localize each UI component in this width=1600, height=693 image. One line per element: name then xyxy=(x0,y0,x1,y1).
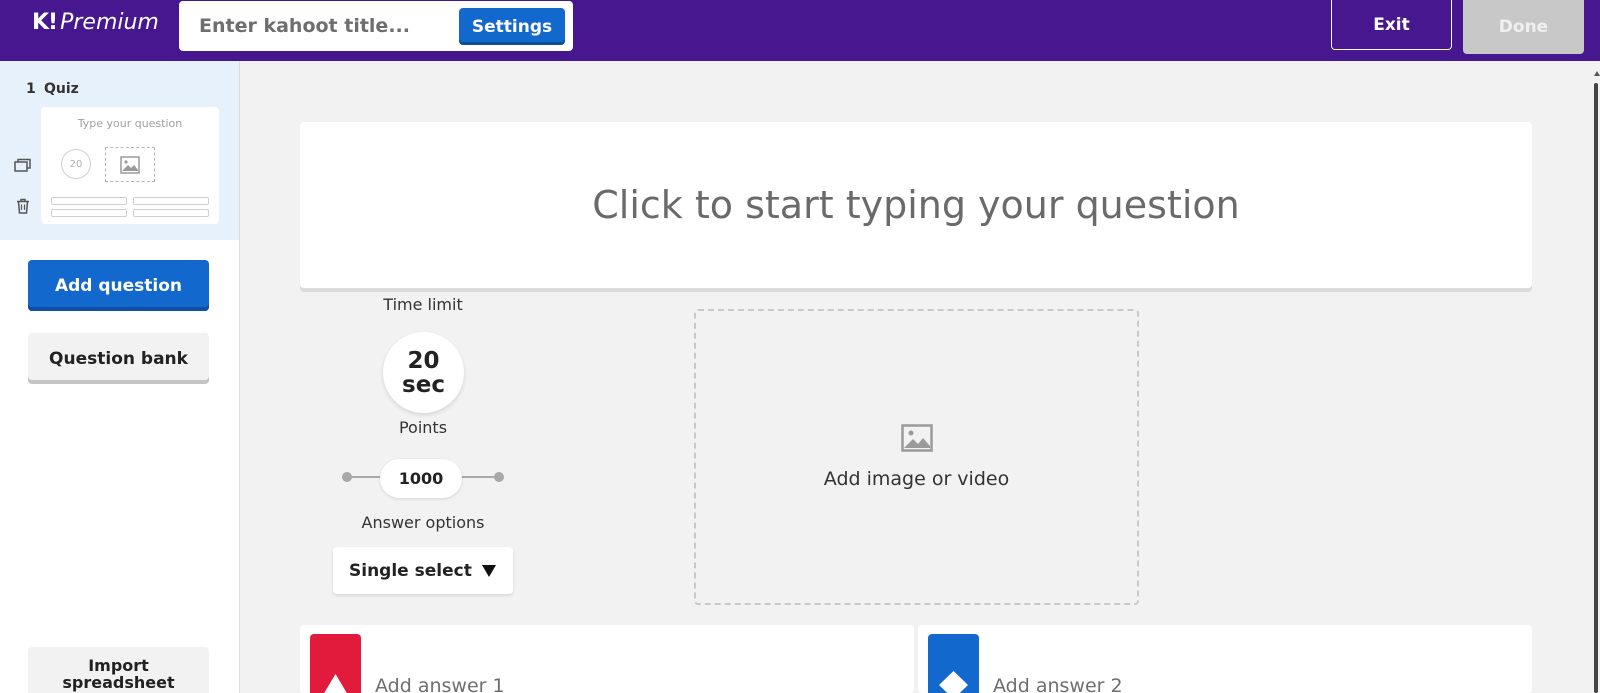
thumbnail-image-icon xyxy=(105,147,155,182)
kahoot-title-box: Settings xyxy=(179,1,573,51)
thumbnail-answer xyxy=(51,197,127,205)
time-limit-selector[interactable]: 20 sec xyxy=(383,332,464,413)
exit-button[interactable]: Exit xyxy=(1331,0,1452,50)
kahoot-logo[interactable]: K! Premium xyxy=(32,10,159,35)
dropdown-arrow-icon xyxy=(482,565,496,577)
slide-thumbnail[interactable]: Type your question 20 xyxy=(41,107,219,224)
answer-1-placeholder: Add answer 1 xyxy=(375,675,505,693)
answer-options-selected: Single select xyxy=(349,560,472,581)
import-label-line2: spreadsheet xyxy=(62,673,175,692)
main-scrollbar[interactable] xyxy=(1593,61,1600,693)
question-bank-button[interactable]: Question bank xyxy=(28,333,209,384)
diamond-icon xyxy=(939,671,968,693)
answer-options-select[interactable]: Single select xyxy=(333,547,513,594)
add-media-area[interactable]: Add image or video xyxy=(694,309,1139,605)
import-spreadsheet-button[interactable]: Import spreadsheet xyxy=(28,647,209,693)
kahoot-title-input[interactable] xyxy=(179,1,449,51)
import-label: Import spreadsheet xyxy=(62,657,174,691)
thumbnail-answer xyxy=(133,209,209,217)
slide-number: 1 xyxy=(26,81,36,97)
duplicate-icon[interactable] xyxy=(14,157,32,175)
answer-1-color xyxy=(310,634,361,693)
answer-2-placeholder: Add answer 2 xyxy=(993,675,1123,693)
add-media-label: Add image or video xyxy=(823,468,1010,490)
answer-card-2[interactable]: Add answer 2 xyxy=(918,625,1532,693)
sidebar: 1 Quiz Type your question 20 Add questio… xyxy=(0,61,240,693)
done-button[interactable]: Done xyxy=(1463,0,1584,54)
logo-premium-text: Premium xyxy=(60,10,159,35)
slide-item[interactable]: 1 Quiz Type your question 20 xyxy=(0,61,239,240)
points-slider-min-dot[interactable] xyxy=(342,472,352,482)
triangle-icon xyxy=(324,674,347,693)
thumbnail-answer xyxy=(51,209,127,217)
answer-2-color xyxy=(928,634,979,693)
top-bar: K! Premium Settings Exit Done xyxy=(0,0,1600,61)
scrollbar-thumb[interactable] xyxy=(1594,83,1598,693)
delete-icon[interactable] xyxy=(14,197,32,215)
points-slider-max-dot[interactable] xyxy=(494,472,504,482)
answer-card-1[interactable]: Add answer 1 xyxy=(300,625,914,693)
slide-type-label: Quiz xyxy=(44,81,79,97)
question-input[interactable]: Click to start typing your question xyxy=(300,122,1532,288)
thumbnail-time: 20 xyxy=(61,149,91,179)
settings-button[interactable]: Settings xyxy=(459,8,565,45)
question-placeholder: Click to start typing your question xyxy=(592,183,1240,227)
points-label: Points xyxy=(398,418,448,437)
points-value[interactable]: 1000 xyxy=(380,459,462,498)
thumbnail-answer xyxy=(133,197,209,205)
time-value: 20 xyxy=(407,347,440,374)
thumbnail-question: Type your question xyxy=(77,117,183,130)
image-icon xyxy=(900,424,933,456)
add-question-button[interactable]: Add question xyxy=(28,260,209,311)
time-unit: sec xyxy=(402,371,445,398)
time-limit-label: Time limit xyxy=(383,295,463,314)
logo-mark: K! xyxy=(32,10,58,35)
scroll-up-arrow-icon[interactable] xyxy=(1594,71,1600,76)
answer-options-label: Answer options xyxy=(361,513,485,532)
